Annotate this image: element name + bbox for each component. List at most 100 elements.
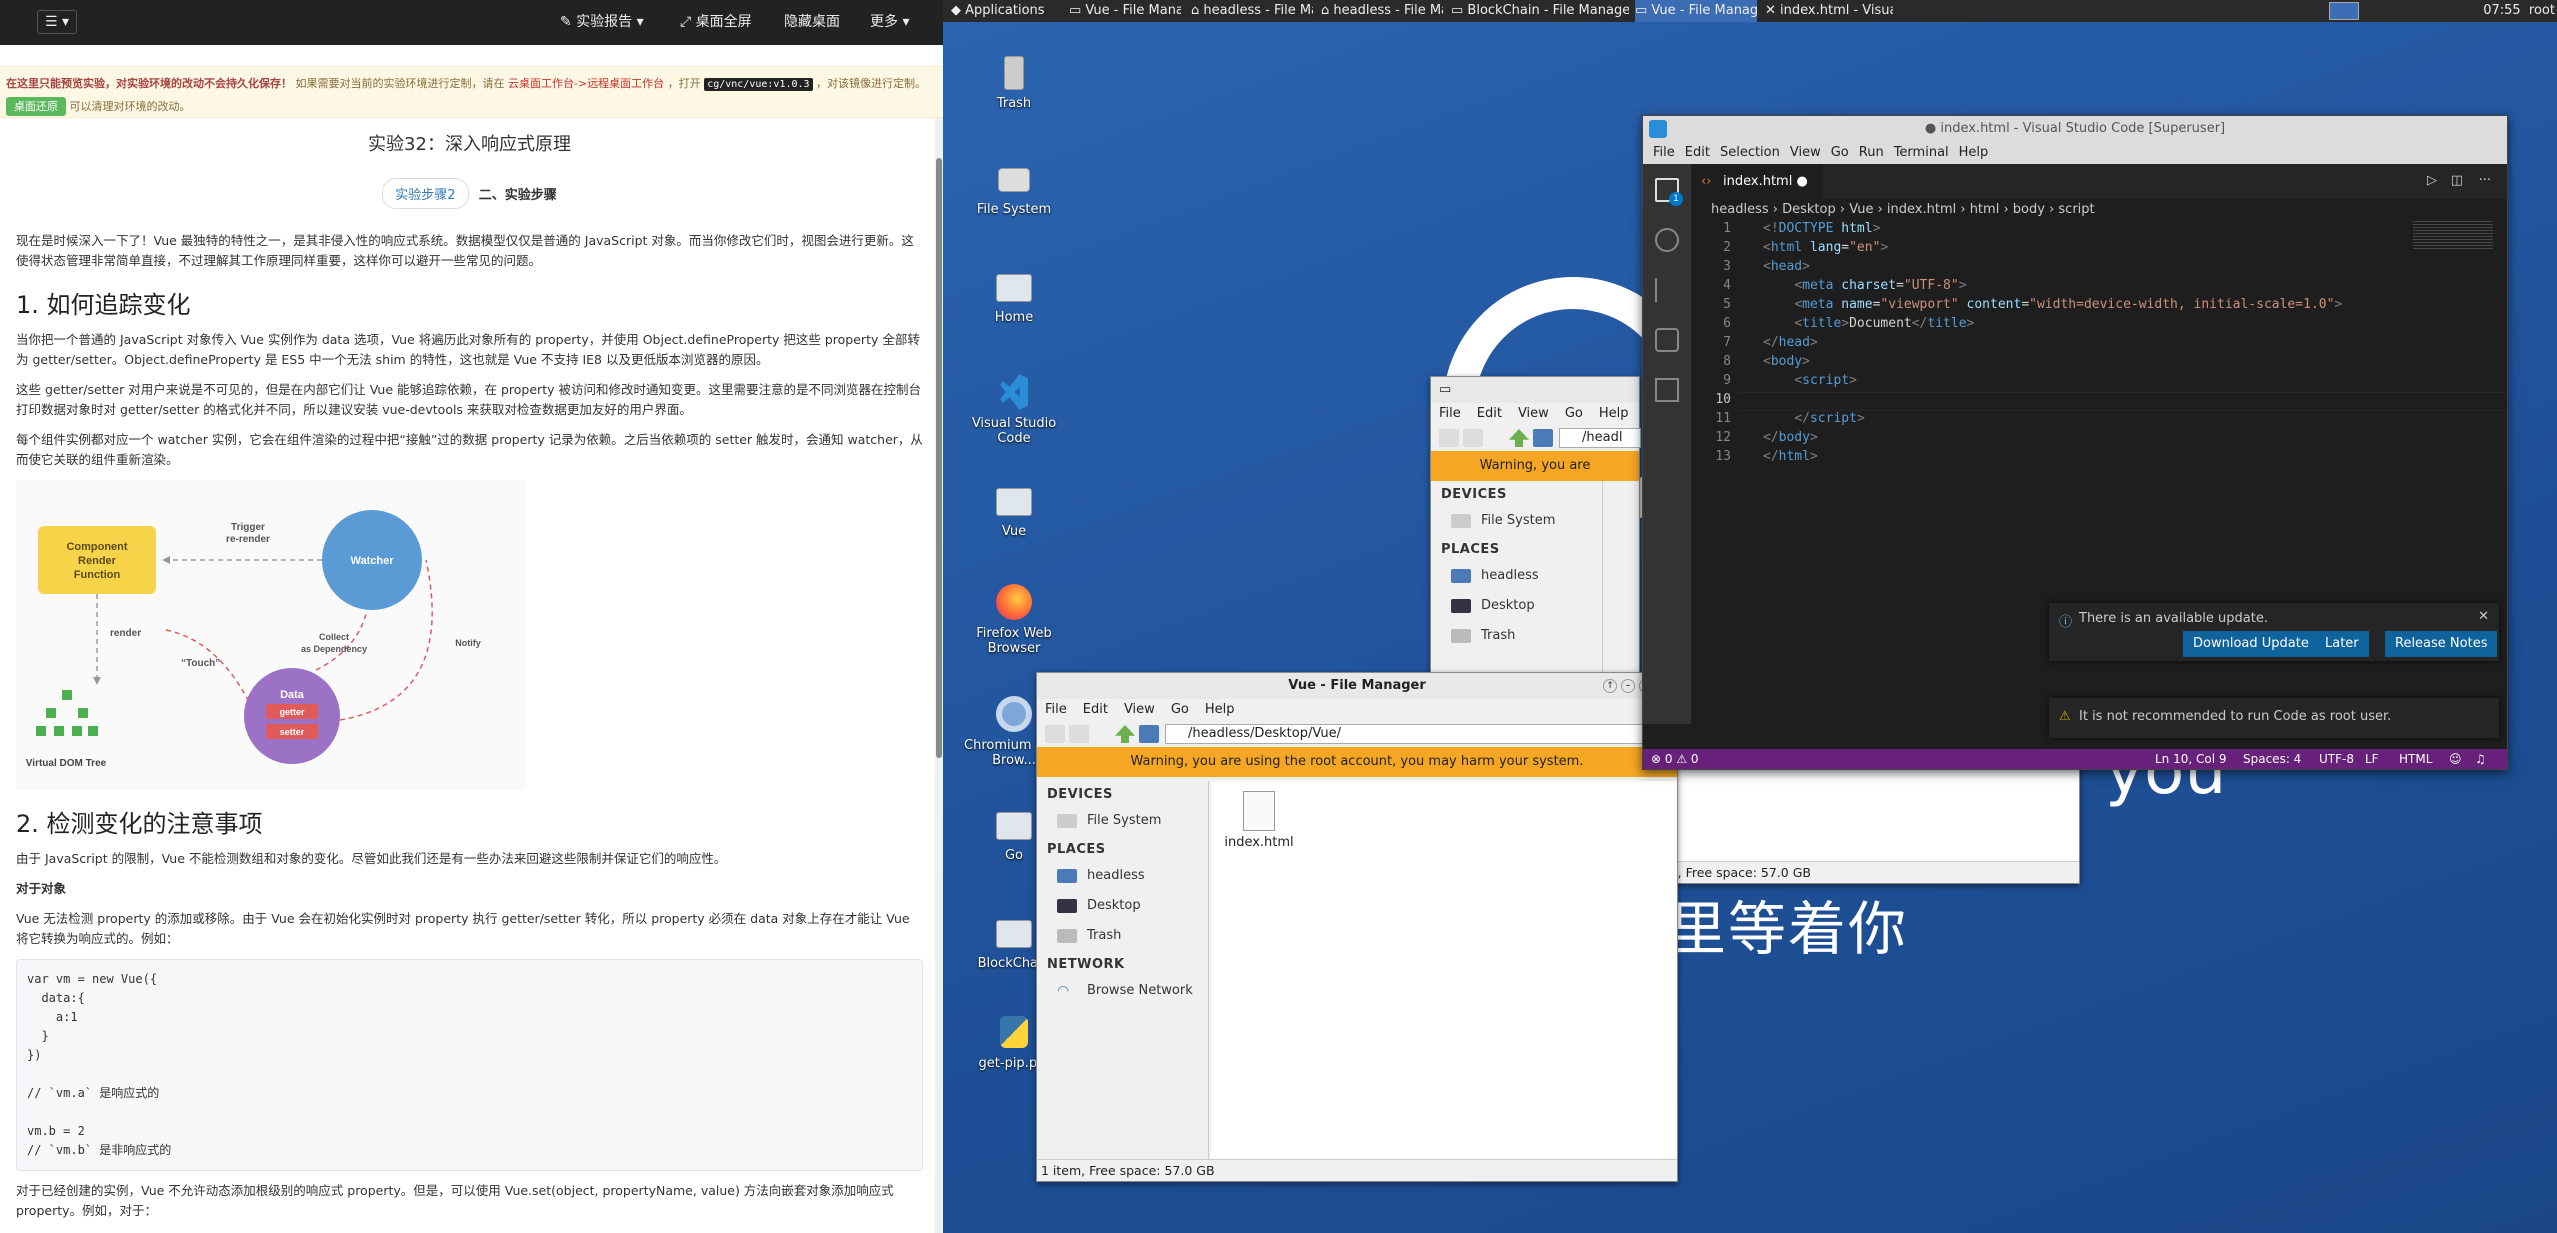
minimap[interactable] [2413, 221, 2493, 251]
forward-icon[interactable] [1069, 725, 1089, 743]
source-control-icon[interactable] [1655, 278, 1679, 302]
desktop-icon-firefox[interactable]: Firefox Web Browser [964, 582, 1064, 656]
breadcrumb-item[interactable]: Vue [1849, 202, 1873, 217]
desktop-icon-filesystem[interactable]: File System [964, 158, 1064, 217]
breadcrumb-item[interactable]: headless [1711, 202, 1769, 217]
breadcrumb-item[interactable]: body [2013, 202, 2045, 217]
breadcrumb-item[interactable]: index.html [1887, 202, 1956, 217]
vscode-window[interactable]: ● index.html - Visual Studio Code [Super… [1642, 115, 2508, 770]
hide-desktop-button[interactable]: 隐藏桌面 [784, 0, 840, 45]
menu-file[interactable]: File [1653, 145, 1675, 160]
desktop-icon-vscode[interactable]: Visual Studio Code [964, 372, 1064, 446]
menu-help[interactable]: Help [1959, 145, 1989, 160]
more-actions-icon[interactable]: ··· [2479, 173, 2491, 188]
menu-view[interactable]: View [1790, 145, 1821, 160]
menu-edit[interactable]: Edit [1685, 145, 1710, 160]
split-editor-icon[interactable]: ◫ [2451, 173, 2463, 188]
breadcrumb-item[interactable]: Desktop [1782, 202, 1836, 217]
remote-desktop-link[interactable]: 远程桌面工作台 [587, 77, 664, 90]
home-icon[interactable] [1533, 429, 1553, 447]
menu-run[interactable]: Run [1859, 145, 1884, 160]
problems-indicator[interactable]: ⊗ 0 ⚠ 0 [1651, 749, 1699, 769]
menu-terminal[interactable]: Terminal [1894, 145, 1949, 160]
window-titlebar[interactable]: Vue - File Manager ↑ – □ × [1037, 673, 1677, 699]
sidebar-item-network[interactable]: ◠ Browse Network [1037, 976, 1208, 1006]
sidebar-item-trash[interactable]: Trash [1431, 621, 1602, 651]
explorer-icon[interactable]: 1 [1655, 178, 1683, 206]
menu-edit[interactable]: Edit [1477, 406, 1502, 421]
bell-icon[interactable]: ♫ [2475, 749, 2486, 769]
menu-edit[interactable]: Edit [1083, 702, 1108, 717]
desktop-icon-home[interactable]: Home [964, 266, 1064, 325]
run-debug-icon[interactable] [1655, 328, 1679, 352]
up-icon[interactable] [1115, 725, 1135, 743]
more-menu[interactable]: 更多 ▾ [870, 0, 909, 45]
desktop-icon-vue[interactable]: Vue [964, 480, 1064, 539]
menu-go[interactable]: Go [1831, 145, 1849, 160]
tab-index-html[interactable]: ‹› index.html ● [1691, 164, 1823, 199]
sidebar-item-headless[interactable]: headless [1431, 561, 1602, 591]
workspace-switcher-icon[interactable] [2329, 0, 2361, 22]
task-vue-fm-2[interactable]: ▭ Vue - File Manager [1635, 0, 1757, 22]
scrollbar-thumb[interactable] [936, 158, 942, 758]
back-icon[interactable] [1439, 429, 1459, 447]
window-titlebar[interactable]: ● index.html - Visual Studio Code [Super… [1643, 116, 2507, 142]
task-vue-fm-1[interactable]: ▭ Vue - File Manager [1069, 0, 1181, 22]
pin-icon[interactable]: ↑ [1603, 679, 1617, 693]
menu-file[interactable]: File [1439, 406, 1461, 421]
minimize-icon[interactable]: – [1621, 679, 1635, 693]
back-icon[interactable] [1045, 725, 1065, 743]
sidebar-item-filesystem[interactable]: File System [1037, 806, 1208, 836]
download-update-button[interactable]: Download Update [2183, 631, 2319, 657]
language-mode[interactable]: HTML [2399, 749, 2432, 769]
article-scrollbar[interactable] [935, 118, 943, 1233]
menu-view[interactable]: View [1518, 406, 1549, 421]
task-headless-fm-1[interactable]: ⌂ headless - File Manager [1191, 0, 1313, 22]
list-icon[interactable]: ☰ ▾ [37, 10, 77, 34]
sidebar-item-trash[interactable]: Trash [1037, 921, 1208, 951]
breadcrumb-item[interactable]: html [1970, 202, 2000, 217]
file-item[interactable]: index.html [1219, 791, 1299, 850]
report-menu[interactable]: ✎ 实验报告 ▾ [560, 0, 644, 45]
step-pill[interactable]: 实验步骤2 [382, 178, 469, 209]
clock[interactable]: 07:55 root [2483, 0, 2557, 22]
forward-icon[interactable] [1463, 429, 1483, 447]
eol[interactable]: LF [2365, 749, 2379, 769]
task-headless-fm-2[interactable]: ⌂ headless - File Manager [1321, 0, 1443, 22]
run-icon[interactable]: ▷ [2427, 173, 2437, 188]
menu-go[interactable]: Go [1565, 406, 1583, 421]
breadcrumb-item[interactable]: script [2058, 202, 2094, 217]
desktop-icon-trash[interactable]: Trash [964, 52, 1064, 111]
file-manager-vue[interactable]: Vue - File Manager ↑ – □ × File Edit View G… [1036, 672, 1678, 1182]
task-vscode[interactable]: ✕ index.html - Visual St... [1765, 0, 1893, 22]
up-icon[interactable] [1509, 429, 1529, 447]
search-icon[interactable] [1655, 228, 1679, 252]
home-icon[interactable] [1139, 725, 1159, 743]
cloud-desktop-link[interactable]: 云桌面工作台 [508, 77, 574, 90]
menu-selection[interactable]: Selection [1720, 145, 1780, 160]
menu-help[interactable]: Help [1599, 406, 1629, 421]
later-button[interactable]: Later [2315, 631, 2369, 657]
sidebar-item-desktop[interactable]: Desktop [1431, 591, 1602, 621]
file-manager-headless[interactable]: ▭ File Edit View Go Help /headl Warning, you… [1430, 376, 1641, 677]
feedback-icon[interactable]: ☺ [2449, 749, 2462, 769]
menu-help[interactable]: Help [1205, 702, 1235, 717]
file-view[interactable]: index.html [1211, 781, 1677, 1161]
address-bar[interactable]: /headl [1559, 428, 1641, 448]
applications-menu[interactable]: ◆ Applications [951, 0, 1045, 22]
file-manager-blockchain[interactable]: 4 kB), Free space: 57.0 GB [1640, 760, 2080, 884]
sidebar-item-desktop[interactable]: Desktop [1037, 891, 1208, 921]
menu-go[interactable]: Go [1171, 702, 1189, 717]
menu-file[interactable]: File [1045, 702, 1067, 717]
sidebar-item-filesystem[interactable]: File System [1431, 506, 1602, 536]
window-titlebar[interactable]: ▭ [1431, 377, 1639, 403]
sidebar-item-headless[interactable]: headless [1037, 861, 1208, 891]
task-blockchain-fm[interactable]: ▭ BlockChain - File Manager [1451, 0, 1629, 22]
fullscreen-button[interactable]: ⤢ 桌面全屏 [680, 0, 752, 45]
extensions-icon[interactable] [1655, 378, 1679, 402]
cursor-position[interactable]: Ln 10, Col 9 [2155, 749, 2227, 769]
menu-view[interactable]: View [1124, 702, 1155, 717]
indentation[interactable]: Spaces: 4 [2243, 749, 2301, 769]
restore-desktop-button[interactable]: 桌面还原 [6, 97, 66, 116]
close-icon[interactable]: ✕ [2478, 609, 2489, 624]
